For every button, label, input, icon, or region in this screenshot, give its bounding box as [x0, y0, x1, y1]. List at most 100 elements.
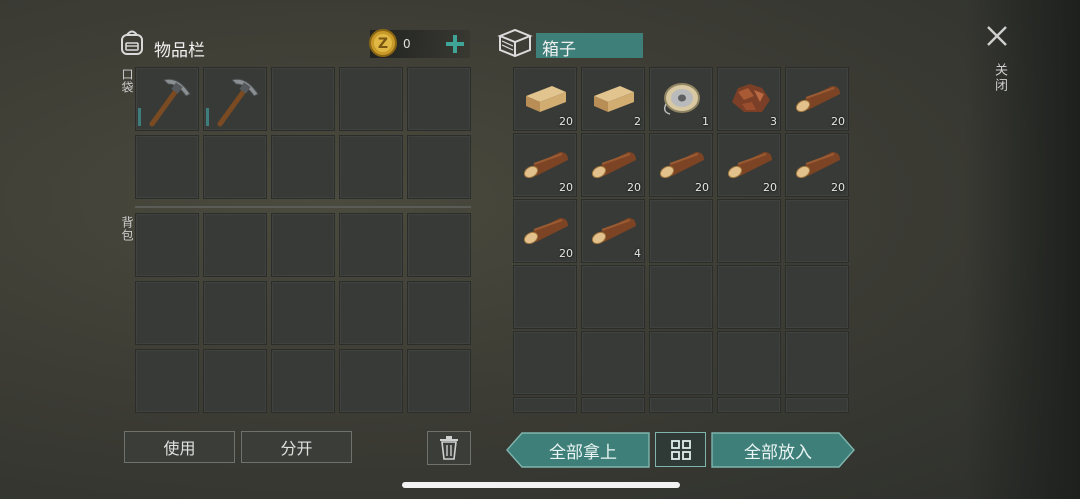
pocket-slot-7[interactable]: [203, 135, 267, 199]
box-slot[interactable]: [513, 397, 577, 413]
item-quantity: 20: [831, 181, 845, 194]
backpack-slot[interactable]: [135, 349, 199, 413]
item-quantity: 20: [559, 247, 573, 260]
box-slot[interactable]: [581, 265, 645, 329]
backpack-icon: [117, 27, 147, 57]
box-slot[interactable]: [513, 265, 577, 329]
backpack-slot[interactable]: [271, 349, 335, 413]
pocket-slot-4[interactable]: [339, 67, 403, 131]
item-quantity: 20: [763, 181, 777, 194]
log-icon: [523, 218, 568, 245]
box-slot[interactable]: [581, 331, 645, 395]
wooden-plank-icon: [594, 86, 634, 112]
pocket-slot-8[interactable]: [271, 135, 335, 199]
home-indicator[interactable]: [402, 482, 680, 488]
box-slot-4[interactable]: 3: [717, 67, 781, 131]
box-slot-12[interactable]: 4: [581, 199, 645, 263]
grid-sort-icon: [670, 439, 691, 460]
backpack-slot[interactable]: [339, 213, 403, 277]
box-slot[interactable]: [717, 265, 781, 329]
wooden-plank-icon: [526, 86, 566, 112]
box-slot-14[interactable]: [717, 199, 781, 263]
backpack-label: 背包: [120, 216, 134, 242]
box-slot-8[interactable]: 20: [649, 133, 713, 197]
box-slot-5[interactable]: 20: [785, 67, 849, 131]
coin-icon: Z: [368, 28, 398, 58]
backpack-slot[interactable]: [135, 213, 199, 277]
durability-bar: [138, 108, 141, 126]
box-slot[interactable]: [513, 331, 577, 395]
box-title: 箱子: [542, 40, 576, 60]
box-slot[interactable]: [717, 331, 781, 395]
box-slot-7[interactable]: 20: [581, 133, 645, 197]
take-all-button[interactable]: 全部拿上: [516, 433, 650, 467]
item-quantity: 4: [634, 247, 641, 260]
log-icon: [659, 152, 704, 179]
box-slot-2[interactable]: 2: [581, 67, 645, 131]
pocket-slot-2[interactable]: [203, 67, 267, 131]
box-icon: [497, 27, 533, 59]
item-quantity: 20: [627, 181, 641, 194]
add-coins-button[interactable]: [444, 32, 466, 56]
backpack-slot[interactable]: [407, 213, 471, 277]
box-slot-13[interactable]: [649, 199, 713, 263]
put-all-button[interactable]: 全部放入: [711, 433, 845, 467]
pocket-slot-9[interactable]: [339, 135, 403, 199]
log-icon: [795, 86, 840, 113]
box-slot-3[interactable]: 1: [649, 67, 713, 131]
backpack-slot[interactable]: [407, 281, 471, 345]
durability-bar: [206, 108, 209, 126]
item-quantity: 20: [559, 115, 573, 128]
item-quantity: 3: [770, 115, 777, 128]
pocket-slot-1[interactable]: [135, 67, 199, 131]
box-slot[interactable]: [649, 265, 713, 329]
side-shade: [965, 0, 1080, 499]
backpack-slot[interactable]: [271, 281, 335, 345]
item-quantity: 1: [702, 115, 709, 128]
box-slot[interactable]: [581, 397, 645, 413]
backpack-slot[interactable]: [271, 213, 335, 277]
box-slot[interactable]: [717, 397, 781, 413]
inventory-title: 物品栏: [154, 41, 205, 61]
item-quantity: 20: [695, 181, 709, 194]
box-slot-6[interactable]: 20: [513, 133, 577, 197]
log-icon: [727, 152, 772, 179]
pocket-slot-5[interactable]: [407, 67, 471, 131]
backpack-slot[interactable]: [407, 349, 471, 413]
box-slot-9[interactable]: 20: [717, 133, 781, 197]
box-slot-1[interactable]: 20: [513, 67, 577, 131]
backpack-slot[interactable]: [203, 213, 267, 277]
ore-icon: [732, 84, 770, 112]
backpack-slot[interactable]: [135, 281, 199, 345]
pocket-slot-10[interactable]: [407, 135, 471, 199]
pocket-slot-6[interactable]: [135, 135, 199, 199]
pickaxe-icon: [217, 78, 259, 127]
backpack-slot[interactable]: [339, 349, 403, 413]
box-slot[interactable]: [785, 397, 849, 413]
box-slot-11[interactable]: 20: [513, 199, 577, 263]
log-icon: [795, 152, 840, 179]
trash-button[interactable]: [427, 431, 471, 465]
backpack-slot[interactable]: [339, 281, 403, 345]
coin-count: 0: [403, 37, 411, 51]
use-button[interactable]: 使用: [124, 431, 235, 463]
backpack-slot[interactable]: [203, 349, 267, 413]
box-slot[interactable]: [649, 331, 713, 395]
box-slot[interactable]: [785, 331, 849, 395]
trash-icon: [440, 436, 458, 460]
box-slot[interactable]: [649, 397, 713, 413]
item-quantity: 20: [559, 181, 573, 194]
box-slot[interactable]: [785, 265, 849, 329]
split-button[interactable]: 分开: [241, 431, 352, 463]
close-button[interactable]: 关闭: [984, 23, 1012, 103]
pocket-slot-3[interactable]: [271, 67, 335, 131]
box-slot-15[interactable]: [785, 199, 849, 263]
log-icon: [523, 152, 568, 179]
item-quantity: 20: [831, 115, 845, 128]
backpack-slot[interactable]: [203, 281, 267, 345]
wire-spool-icon: [663, 83, 700, 115]
plus-icon: [446, 35, 464, 53]
box-slot-10[interactable]: 20: [785, 133, 849, 197]
close-label: 关闭: [992, 63, 1007, 93]
sort-button[interactable]: [655, 432, 706, 467]
